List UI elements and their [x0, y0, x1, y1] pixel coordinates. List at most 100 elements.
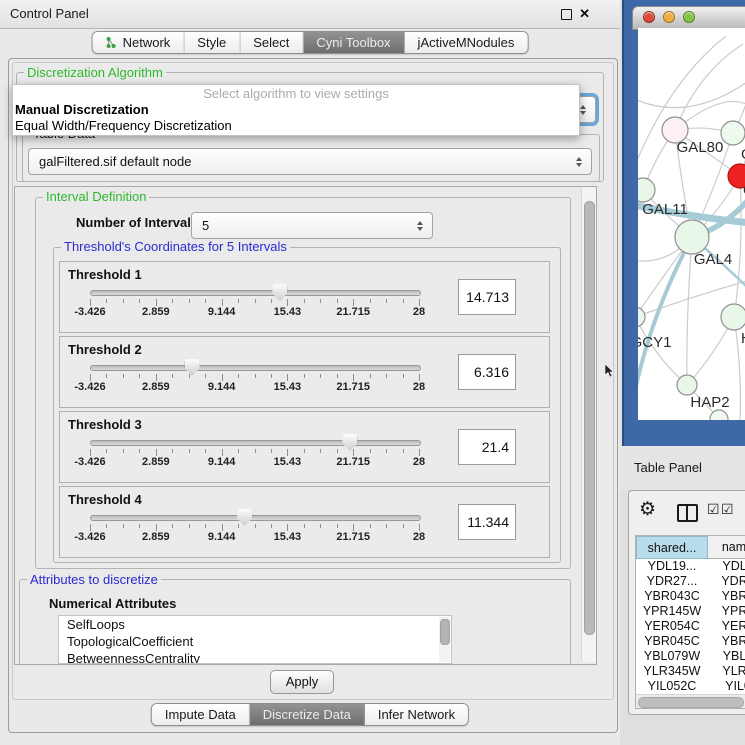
threshold-slider[interactable]: -3.4262.8599.14415.4321.71528 — [90, 337, 419, 407]
threshold-panel-1: Threshold 1-3.4262.8599.14415.4321.71528… — [59, 261, 550, 333]
apply-button[interactable]: Apply — [270, 670, 334, 694]
column-header-shared-[interactable]: shared... — [636, 536, 708, 559]
control-panel-titlebar: Control Panel ✕ — [0, 0, 620, 29]
algorithm-option-manual-discretization[interactable]: Manual Discretization — [13, 102, 579, 118]
screen: Control Panel ✕ NetworkStyleSelectCyni T… — [0, 0, 745, 745]
attribute-item-topologicalcoefficient[interactable]: TopologicalCoefficient — [59, 633, 451, 650]
close-icon[interactable]: ✕ — [579, 6, 590, 22]
minimize-traffic-light-icon[interactable] — [663, 11, 675, 23]
tick-label: 15.43 — [274, 306, 302, 318]
attributes-scrollbar[interactable] — [439, 617, 450, 662]
network-node[interactable] — [721, 304, 745, 330]
gear-icon[interactable]: ⚙ — [639, 498, 656, 521]
tab-infer-network[interactable]: Infer Network — [365, 704, 468, 725]
node-table-header: shared...name — [636, 536, 745, 559]
thresholds-title: Threshold's Coordinates for 5 Intervals — [61, 240, 290, 253]
network-window-titlebar — [632, 6, 745, 30]
table-data-select[interactable]: galFiltered.sif default node — [28, 148, 592, 175]
checkbox-icon[interactable]: ☑ — [707, 501, 720, 518]
network-node[interactable] — [677, 375, 697, 395]
table-row[interactable]: YBL079WYBL0 — [636, 649, 745, 664]
network-edge[interactable] — [734, 176, 741, 317]
tick-label: 2.859 — [142, 531, 170, 543]
network-node-label-gal11: GAL11 — [642, 201, 688, 218]
threshold-slider[interactable]: -3.4262.8599.14415.4321.71528 — [90, 487, 419, 557]
table-data-value: galFiltered.sif default node — [29, 154, 573, 169]
numerical-attributes-list[interactable]: SelfLoopsTopologicalCoefficientBetweenne… — [58, 615, 452, 664]
column-header-name[interactable]: name — [708, 536, 745, 559]
table-row[interactable]: YBR043CYBR0 — [636, 589, 745, 604]
tab-network[interactable]: Network — [93, 32, 185, 53]
network-node-label-hap2: HAP2 — [690, 394, 729, 411]
tab-style[interactable]: Style — [184, 32, 240, 53]
threshold-value-field[interactable]: 11.344 — [458, 504, 516, 540]
table-row[interactable]: YDR27...YDR2 — [636, 574, 745, 589]
attribute-item-selfloops[interactable]: SelfLoops — [59, 616, 451, 633]
tab-cyni-toolbox[interactable]: Cyni Toolbox — [303, 32, 404, 53]
control-panel: Control Panel ✕ NetworkStyleSelectCyni T… — [0, 0, 620, 745]
algorithm-option-equal-width-frequency-discretization[interactable]: Equal Width/Frequency Discretization — [13, 118, 579, 134]
network-window: GAL80GACGAL11GAL4GCY1HHAP2 — [622, 0, 745, 446]
attribute-item-betweennesscentrality[interactable]: BetweennessCentrality — [59, 650, 451, 664]
network-edge[interactable] — [734, 317, 740, 420]
table-row[interactable]: YER054CYER0 — [636, 619, 745, 634]
threshold-stack: Threshold 1-3.4262.8599.14415.4321.71528… — [59, 261, 550, 561]
tab-impute-data[interactable]: Impute Data — [152, 704, 250, 725]
table-cell: YDL19... — [636, 559, 708, 574]
network-node-label-gcy1: GCY1 — [638, 334, 671, 351]
tab-select[interactable]: Select — [240, 32, 303, 53]
threshold-value-field[interactable]: 14.713 — [458, 279, 516, 315]
table-panel-title: Table Panel — [634, 460, 702, 475]
threshold-panel-3: Threshold 3-3.4262.8599.14415.4321.71528… — [59, 411, 550, 483]
slider-thumb[interactable] — [272, 284, 287, 301]
table-cell: YBR045C — [636, 634, 708, 649]
zoom-traffic-light-icon[interactable] — [683, 11, 695, 23]
network-node[interactable] — [675, 220, 709, 254]
network-node[interactable] — [638, 307, 645, 327]
table-cell: YER054C — [636, 619, 708, 634]
number-of-intervals-label: Number of Intervals — [76, 215, 198, 230]
close-traffic-light-icon[interactable] — [643, 11, 655, 23]
table-row[interactable]: YIL052CYIL0 — [636, 679, 745, 694]
float-panel-icon[interactable] — [561, 9, 572, 20]
table-row[interactable]: YBR045CYBR0 — [636, 634, 745, 649]
tick-label: 21.715 — [336, 381, 370, 393]
tab-discretize-data[interactable]: Discretize Data — [250, 704, 365, 725]
network-node[interactable] — [638, 178, 655, 202]
network-node[interactable] — [721, 121, 745, 145]
table-row[interactable]: YDL19...YDL1 — [636, 559, 745, 574]
table-cell: YBR0 — [708, 589, 745, 604]
network-node-label-h: H — [741, 330, 745, 347]
threshold-slider[interactable]: -3.4262.8599.14415.4321.71528 — [90, 262, 419, 332]
threshold-value-field[interactable]: 21.4 — [458, 429, 516, 465]
discretization-algorithm-title: Discretization Algorithm — [24, 66, 166, 79]
tick-label: 9.144 — [208, 456, 236, 468]
settings-scrollbar[interactable] — [581, 187, 596, 662]
slider-thumb[interactable] — [342, 434, 357, 451]
table-row[interactable]: YLR345WYLR3 — [636, 664, 745, 679]
network-node-label-gal4: GAL4 — [694, 251, 732, 268]
table-cell: YLR3 — [708, 664, 745, 679]
network-edge[interactable] — [638, 80, 745, 108]
number-of-intervals-select[interactable]: 5 — [191, 212, 433, 239]
split-columns-icon[interactable] — [677, 504, 698, 522]
tick-label: -3.426 — [74, 306, 105, 318]
threshold-value-field[interactable]: 6.316 — [458, 354, 516, 390]
tab-jactivemnodules[interactable]: jActiveMNodules — [405, 32, 528, 53]
network-edge[interactable] — [687, 237, 692, 385]
tick-label: 9.144 — [208, 306, 236, 318]
tick-label: 21.715 — [336, 306, 370, 318]
interval-definition-title: Interval Definition — [43, 190, 149, 203]
threshold-slider[interactable]: -3.4262.8599.14415.4321.71528 — [90, 412, 419, 482]
tick-label: 21.715 — [336, 456, 370, 468]
table-hscrollbar[interactable] — [636, 694, 745, 708]
table-row[interactable]: YPR145WYPR1 — [636, 604, 745, 619]
attributes-title: Attributes to discretize — [27, 573, 161, 586]
algorithm-dropdown-popup: Select algorithm to view settings Manual… — [12, 84, 580, 136]
slider-thumb[interactable] — [185, 359, 200, 376]
slider-thumb[interactable] — [237, 509, 252, 526]
network-canvas[interactable]: GAL80GACGAL11GAL4GCY1HHAP2 — [638, 28, 745, 420]
checkbox-icon[interactable]: ☑ — [721, 501, 734, 518]
network-edge[interactable] — [675, 44, 743, 130]
tick-label: 21.715 — [336, 531, 370, 543]
